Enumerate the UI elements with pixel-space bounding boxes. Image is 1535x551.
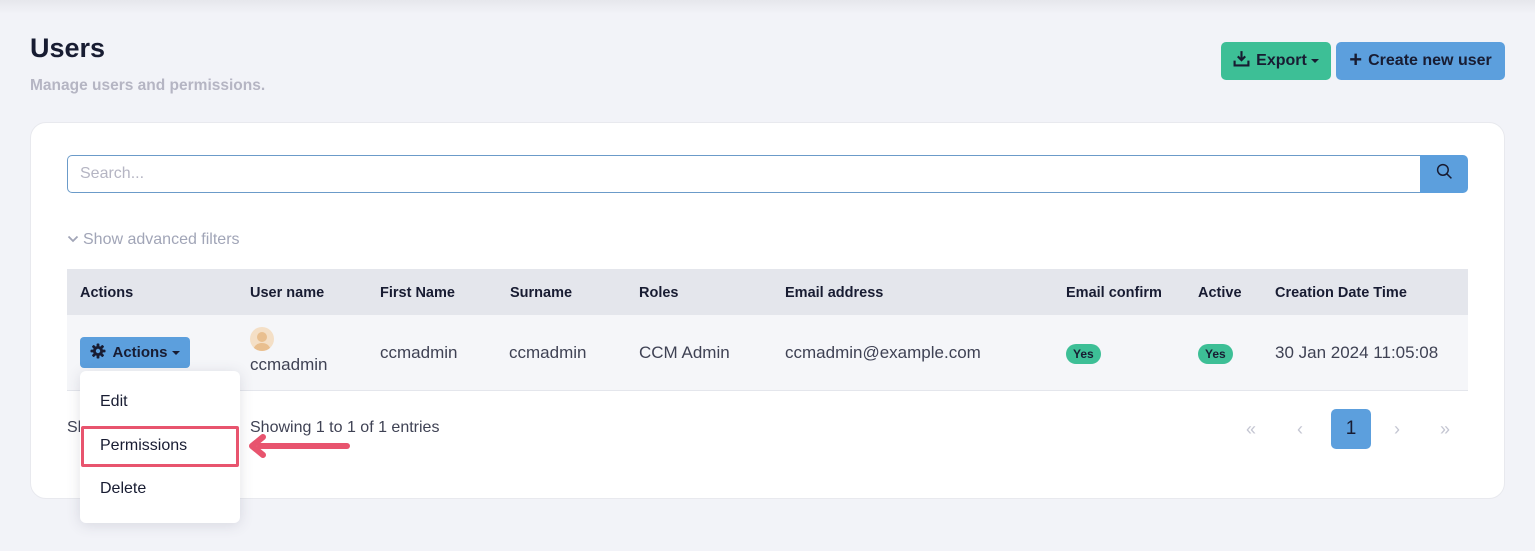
arrow-left-icon	[246, 434, 352, 465]
actions-label: Actions	[112, 344, 168, 361]
export-label: Export	[1256, 52, 1307, 69]
col-first-name[interactable]: First Name	[380, 285, 455, 301]
col-email[interactable]: Email address	[785, 285, 883, 301]
download-icon	[1233, 50, 1250, 72]
search-button[interactable]	[1420, 155, 1468, 193]
search-icon	[1436, 163, 1453, 185]
prev-page-button[interactable]: ‹	[1280, 409, 1320, 449]
actions-dropdown-menu: Edit Permissions Delete	[80, 371, 240, 523]
email-cell: ccmadmin@example.com	[785, 343, 981, 362]
menu-item-delete[interactable]: Delete	[80, 470, 240, 508]
create-user-button[interactable]: + Create new user	[1336, 42, 1505, 80]
create-user-label: Create new user	[1368, 52, 1492, 69]
top-shadow	[0, 0, 1535, 14]
table-row: ccmadmin ccmadmin ccmadmin CCM Admin ccm…	[67, 315, 1468, 391]
menu-item-permissions[interactable]: Permissions	[80, 427, 240, 465]
next-page-button[interactable]: ›	[1377, 409, 1417, 449]
chevron-down-icon	[67, 231, 79, 249]
creation-date-cell: 30 Jan 2024 11:05:08	[1275, 343, 1439, 362]
row-actions-button[interactable]: Actions	[80, 337, 190, 368]
caret-down-icon	[171, 350, 180, 355]
col-email-confirm[interactable]: Email confirm	[1066, 285, 1162, 301]
table-header: Actions User name First Name Surname Rol…	[67, 269, 1468, 315]
email-confirm-badge: Yes	[1066, 344, 1101, 364]
advanced-filters-label: Show advanced filters	[83, 231, 240, 248]
col-surname[interactable]: Surname	[510, 285, 572, 301]
menu-item-edit[interactable]: Edit	[80, 383, 240, 421]
avatar	[250, 327, 274, 351]
col-actions[interactable]: Actions	[80, 285, 133, 301]
page-1-button[interactable]: 1	[1331, 409, 1371, 449]
export-button[interactable]: Export	[1221, 42, 1331, 80]
first-name-cell: ccmadmin	[380, 343, 458, 362]
roles-cell: CCM Admin	[639, 343, 730, 362]
last-page-button[interactable]: »	[1425, 409, 1465, 449]
plus-icon: +	[1349, 47, 1363, 72]
gear-icon	[90, 343, 106, 363]
page-subtitle: Manage users and permissions.	[30, 77, 266, 94]
col-active[interactable]: Active	[1198, 285, 1242, 301]
col-roles[interactable]: Roles	[639, 285, 679, 301]
col-creation-date[interactable]: Creation Date Time	[1275, 285, 1407, 301]
advanced-filters-toggle[interactable]: Show advanced filters	[67, 231, 240, 249]
surname-cell: ccmadmin	[509, 343, 587, 362]
active-badge: Yes	[1198, 344, 1233, 364]
table-info-partial: Sh	[67, 419, 80, 436]
search-input[interactable]	[67, 155, 1421, 193]
caret-down-icon	[1310, 59, 1319, 63]
first-page-button[interactable]: «	[1231, 409, 1271, 449]
col-username[interactable]: User name	[250, 285, 324, 301]
username-cell: ccmadmin	[250, 355, 328, 374]
page-title: Users	[30, 33, 106, 63]
